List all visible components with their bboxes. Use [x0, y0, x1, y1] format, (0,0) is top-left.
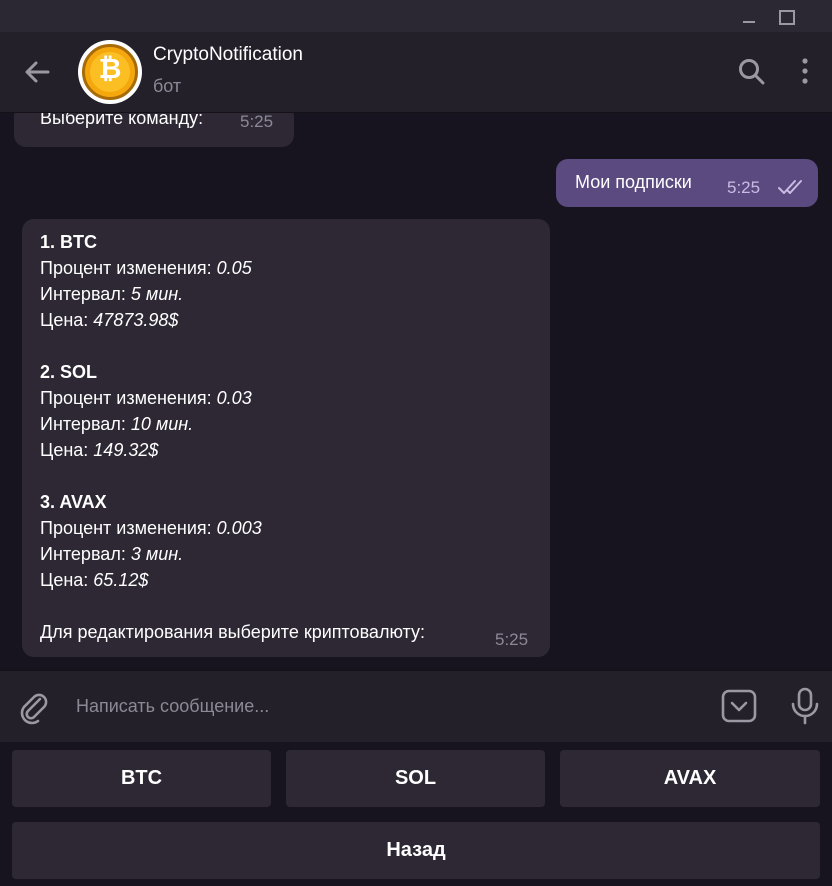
- message-input[interactable]: [76, 691, 696, 721]
- close-window-button[interactable]: [808, 4, 832, 28]
- subscription-price: Цена: 47873.98$: [40, 310, 179, 330]
- subscription-change: Процент изменения: 0.003: [40, 518, 262, 538]
- message-footer-text: Для редактирования выберите криптовалюту…: [40, 622, 425, 642]
- chat-header: ₿ CryptoNotification бот: [0, 32, 832, 113]
- subscription-change: Процент изменения: 0.05: [40, 258, 252, 278]
- incoming-message[interactable]: 1. BTC Процент изменения: 0.05 Интервал:…: [22, 219, 550, 657]
- bot-reply-keyboard: BTC SOL AVAX Назад: [0, 742, 832, 886]
- avatar[interactable]: ₿: [78, 40, 142, 104]
- subscription-interval: Интервал: 5 мин.: [40, 284, 184, 304]
- paperclip-icon: [20, 693, 48, 725]
- maximize-window-button[interactable]: [774, 4, 798, 28]
- window-titlebar: [0, 0, 832, 32]
- voice-message-button[interactable]: [788, 685, 822, 727]
- double-check-icon: [778, 180, 802, 194]
- bitcoin-icon: ₿: [82, 44, 138, 100]
- subscription-title: 3. AVAX: [40, 492, 107, 512]
- more-options-button[interactable]: [796, 56, 814, 88]
- keyboard-button-btc[interactable]: BTC: [12, 750, 271, 807]
- microphone-icon: [791, 687, 819, 725]
- subscriptions-list: 1. BTC Процент изменения: 0.05 Интервал:…: [40, 229, 540, 645]
- back-button[interactable]: [20, 56, 54, 88]
- keyboard-button-sol[interactable]: SOL: [286, 750, 545, 807]
- message-time: 5:25: [495, 630, 529, 649]
- subscription-interval: Интервал: 3 мин.: [40, 544, 184, 564]
- arrow-left-icon: [25, 61, 50, 83]
- chat-status: бот: [153, 76, 182, 96]
- subscription-price: Цена: 65.12$: [40, 570, 149, 590]
- keyboard-button-avax[interactable]: AVAX: [560, 750, 820, 807]
- chat-title[interactable]: CryptoNotification: [153, 44, 303, 66]
- search-button[interactable]: [736, 56, 768, 88]
- message-text: Выберите команду:: [40, 113, 204, 128]
- attach-button[interactable]: [16, 689, 52, 725]
- bot-keyboard-icon: [721, 689, 757, 723]
- minimize-window-button[interactable]: [738, 4, 762, 28]
- outgoing-message[interactable]: Мои подписки 5:25: [556, 159, 818, 207]
- message-list[interactable]: Выберите команду: 5:25 Мои подписки 5:25…: [0, 113, 832, 670]
- keyboard-button-back[interactable]: Назад: [12, 822, 820, 879]
- subscription-change: Процент изменения: 0.03: [40, 388, 252, 408]
- message-time: 5:25: [727, 178, 761, 197]
- subscription-title: 1. BTC: [40, 232, 98, 252]
- subscription-price: Цена: 149.32$: [40, 440, 159, 460]
- message-time: 5:25: [240, 113, 274, 131]
- bot-keyboard-button[interactable]: [720, 687, 758, 725]
- incoming-message[interactable]: Выберите команду: 5:25: [14, 113, 294, 147]
- subscription-title: 2. SOL: [40, 362, 98, 382]
- message-composer: [0, 670, 832, 742]
- subscription-interval: Интервал: 10 мин.: [40, 414, 194, 434]
- more-vertical-icon: [802, 58, 808, 84]
- search-icon: [739, 59, 765, 85]
- message-text: Мои подписки: [575, 172, 692, 192]
